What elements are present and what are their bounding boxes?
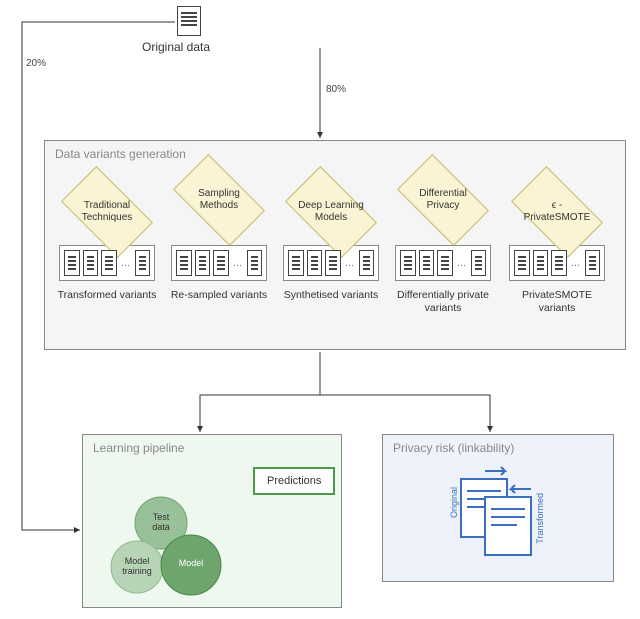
predictions-box: Predictions [253, 467, 335, 495]
diamond-sampling: Sampling Methods [173, 154, 265, 246]
original-data-icon [176, 6, 202, 39]
edge-label-20: 20% [26, 58, 46, 69]
variants-zone: Data variants generation Traditional Tec… [44, 140, 626, 350]
linkability-docs-icon [383, 435, 615, 583]
privacy-doc-transformed-label: Transformed [535, 493, 545, 544]
doc-row-resampled: … [171, 245, 267, 281]
variant-label-synth: Synthetised variants [284, 289, 379, 317]
edge-label-80: 80% [326, 84, 346, 95]
variant-col-deeplearning: Deep Learning Models … Synthetised varia… [281, 187, 381, 317]
doc-row-transformed: … [59, 245, 155, 281]
gear-test-data: Test data [143, 513, 179, 533]
variants-zone-title: Data variants generation [55, 147, 186, 161]
privacy-doc-original-label: Original [449, 487, 459, 518]
variant-label-privatesmote: PrivateSMOTE variants [507, 289, 607, 317]
variant-col-dp: Differential Privacy … Differentially pr… [393, 175, 493, 317]
variant-col-traditional: Traditional Techniques … Transformed var… [57, 187, 157, 317]
gear-model: Model [173, 559, 209, 569]
gears-icon [83, 435, 343, 609]
gear-model-training: Model training [115, 557, 159, 577]
variant-col-sampling: Sampling Methods … Re-sampled variants [169, 175, 269, 317]
diamond-dp: Differential Privacy [397, 154, 489, 246]
doc-row-privatesmote: … [509, 245, 605, 281]
variant-label-transformed: Transformed variants [58, 289, 157, 317]
learning-zone: Learning pipeline Test data Model traini… [82, 434, 342, 608]
variant-label-resampled: Re-sampled variants [171, 289, 267, 317]
privacy-zone: Privacy risk (linkability) Original Tran… [382, 434, 614, 582]
doc-row-dp: … [395, 245, 491, 281]
doc-row-synth: … [283, 245, 379, 281]
original-data-label: Original data [142, 40, 210, 54]
variant-col-privatesmote: ϵ - PrivateSMOTE … PrivateSMOTE variants [507, 187, 607, 317]
variant-label-dp: Differentially private variants [393, 289, 493, 317]
